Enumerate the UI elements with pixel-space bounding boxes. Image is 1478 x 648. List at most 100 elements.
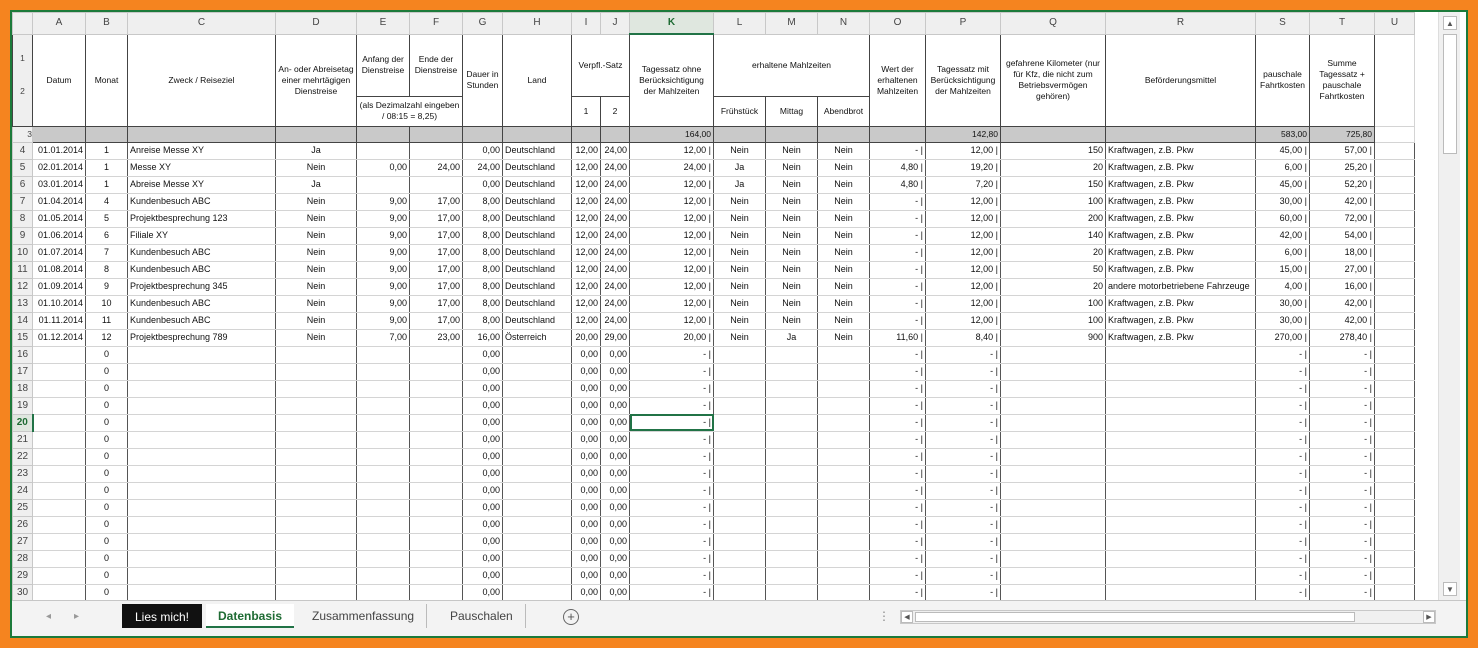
cell-h-28[interactable] [502, 549, 572, 568]
cell-l-21[interactable] [713, 430, 766, 449]
cell-d-4[interactable]: Ja [275, 141, 357, 160]
cell-a-10[interactable]: 01.07.2014 [32, 243, 86, 262]
cell-j-21[interactable]: 0,00 [600, 430, 630, 449]
cell-f-26[interactable] [409, 515, 463, 534]
cell-r-8[interactable]: Kraftwagen, z.B. Pkw [1105, 209, 1256, 228]
cell-k-24[interactable]: - | [629, 481, 714, 500]
cell-p-21[interactable]: - | [925, 430, 1001, 449]
cell-t-8[interactable]: 72,00 | [1309, 209, 1375, 228]
cell-f-4[interactable] [409, 141, 463, 160]
cell-q-15[interactable]: 900 [1000, 328, 1106, 347]
cell-k-4[interactable]: 12,00 | [629, 141, 714, 160]
cell-nn-25[interactable] [817, 498, 870, 517]
cell-i-16[interactable]: 0,00 [571, 345, 601, 364]
cell-g-23[interactable]: 0,00 [462, 464, 503, 483]
cell-o-28[interactable]: - | [869, 549, 926, 568]
cell-e-16[interactable] [356, 345, 410, 364]
cell-d-9[interactable]: Nein [275, 226, 357, 245]
cell-nn-18[interactable] [817, 379, 870, 398]
cell-s-14[interactable]: 30,00 | [1255, 311, 1310, 330]
cell-s-10[interactable]: 6,00 | [1255, 243, 1310, 262]
cell-h-11[interactable]: Deutschland [502, 260, 572, 279]
cell-g-28[interactable]: 0,00 [462, 549, 503, 568]
cell-s-19[interactable]: - | [1255, 396, 1310, 415]
cell-l-14[interactable]: Nein [713, 311, 766, 330]
cell-s-8[interactable]: 60,00 | [1255, 209, 1310, 228]
cell-j-14[interactable]: 24,00 [600, 311, 630, 330]
cell-h-19[interactable] [502, 396, 572, 415]
cell-r-18[interactable] [1105, 379, 1256, 398]
cell-c-4[interactable]: Anreise Messe XY [127, 141, 276, 160]
row-header-14[interactable]: 14 [12, 311, 33, 330]
cell-p-18[interactable]: - | [925, 379, 1001, 398]
total-t[interactable]: 725,80 [1309, 125, 1375, 143]
cell-d-17[interactable] [275, 362, 357, 381]
cell-i-17[interactable]: 0,00 [571, 362, 601, 381]
cell-u-12[interactable] [1374, 277, 1415, 296]
cell-m-6[interactable]: Nein [765, 175, 818, 194]
cell-h-24[interactable] [502, 481, 572, 500]
cell-k-27[interactable]: - | [629, 532, 714, 551]
row-header-26[interactable]: 26 [12, 515, 33, 534]
cell-o-26[interactable]: - | [869, 515, 926, 534]
cell-r-4[interactable]: Kraftwagen, z.B. Pkw [1105, 141, 1256, 160]
cell-f-9[interactable]: 17,00 [409, 226, 463, 245]
cell-h-15[interactable]: Österreich [502, 328, 572, 347]
row-header-25[interactable]: 25 [12, 498, 33, 517]
cell-h-14[interactable]: Deutschland [502, 311, 572, 330]
cell-o-12[interactable]: - | [869, 277, 926, 296]
cell-a-5[interactable]: 02.01.2014 [32, 158, 86, 177]
cell-r-20[interactable] [1105, 413, 1256, 432]
cell-l-28[interactable] [713, 549, 766, 568]
cell-e-21[interactable] [356, 430, 410, 449]
cell-o-20[interactable]: - | [869, 413, 926, 432]
cell-l-15[interactable]: Nein [713, 328, 766, 347]
cell-h-13[interactable]: Deutschland [502, 294, 572, 313]
cell-p-27[interactable]: - | [925, 532, 1001, 551]
cell-k-19[interactable]: - | [629, 396, 714, 415]
cell-r-10[interactable]: Kraftwagen, z.B. Pkw [1105, 243, 1256, 262]
cell-i-28[interactable]: 0,00 [571, 549, 601, 568]
cell-f-29[interactable] [409, 566, 463, 585]
cell-c-28[interactable] [127, 549, 276, 568]
cell-q-4[interactable]: 150 [1000, 141, 1106, 160]
cell-l-16[interactable] [713, 345, 766, 364]
row-header-11[interactable]: 11 [12, 260, 33, 279]
cell-u-30[interactable] [1374, 583, 1415, 600]
cell-m-24[interactable] [765, 481, 818, 500]
column-header-r[interactable]: R [1105, 12, 1256, 35]
cell-a-20[interactable] [32, 413, 86, 432]
cell-s-5[interactable]: 6,00 | [1255, 158, 1310, 177]
cell-f-22[interactable] [409, 447, 463, 466]
cell-b-22[interactable]: 0 [85, 447, 128, 466]
cell-r-26[interactable] [1105, 515, 1256, 534]
cell-s-16[interactable]: - | [1255, 345, 1310, 364]
cell-t-30[interactable]: - | [1309, 583, 1375, 600]
cell-g-14[interactable]: 8,00 [462, 311, 503, 330]
cell-t-20[interactable]: - | [1309, 413, 1375, 432]
cell-h-25[interactable] [502, 498, 572, 517]
row-header-30[interactable]: 30 [12, 583, 33, 600]
cell-j-18[interactable]: 0,00 [600, 379, 630, 398]
tab-zusammenfassung[interactable]: Zusammenfassung [300, 604, 428, 628]
cell-f-25[interactable] [409, 498, 463, 517]
cell-c-21[interactable] [127, 430, 276, 449]
cell-o-10[interactable]: - | [869, 243, 926, 262]
cell-h-10[interactable]: Deutschland [502, 243, 572, 262]
cell-nn-6[interactable]: Nein [817, 175, 870, 194]
cell-t-19[interactable]: - | [1309, 396, 1375, 415]
cell-nn-10[interactable]: Nein [817, 243, 870, 262]
cell-h-27[interactable] [502, 532, 572, 551]
cell-j-4[interactable]: 24,00 [600, 141, 630, 160]
cell-m-27[interactable] [765, 532, 818, 551]
cell-e-12[interactable]: 9,00 [356, 277, 410, 296]
cell-t-26[interactable]: - | [1309, 515, 1375, 534]
cell-p-13[interactable]: 12,00 | [925, 294, 1001, 313]
cell-u-25[interactable] [1374, 498, 1415, 517]
cell-a-17[interactable] [32, 362, 86, 381]
cell-i-12[interactable]: 12,00 [571, 277, 601, 296]
cell-m-15[interactable]: Ja [765, 328, 818, 347]
cell-l-29[interactable] [713, 566, 766, 585]
cell-q-26[interactable] [1000, 515, 1106, 534]
cell-i-10[interactable]: 12,00 [571, 243, 601, 262]
